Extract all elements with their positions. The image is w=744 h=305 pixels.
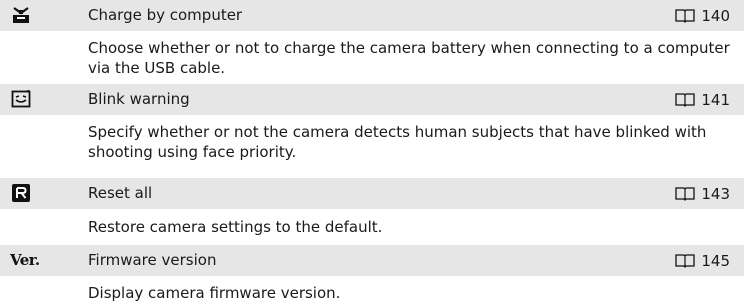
page-number: 141 (701, 90, 730, 109)
entry-header-reset-all: Reset all 143 (0, 178, 744, 209)
entry-title: Charge by computer (88, 6, 243, 24)
entry-description: Choose whether or not to charge the came… (88, 39, 730, 77)
charge-by-computer-icon (10, 5, 32, 25)
entry-header-firmware-version: Ver. Firmware version 145 (0, 245, 744, 276)
settings-reference-list: Charge by computer 140 Choose whether or… (0, 0, 744, 305)
firmware-version-icon-label: Ver. (10, 251, 40, 269)
blink-warning-icon (10, 89, 32, 109)
page-number: 143 (701, 184, 730, 203)
book-icon (675, 92, 696, 107)
entry-title: Reset all (88, 184, 153, 202)
book-icon (675, 186, 696, 201)
book-icon (675, 8, 696, 23)
page-reference[interactable]: 141 (675, 84, 730, 115)
entry-title: Firmware version (88, 251, 217, 269)
entry-description: Display camera firmware version. (88, 284, 341, 302)
entry-title: Blink warning (88, 90, 190, 108)
entry-header-blink-warning: Blink warning 141 (0, 84, 744, 115)
page-number: 145 (701, 251, 730, 270)
page-reference[interactable]: 140 (675, 0, 730, 31)
reset-all-icon (10, 183, 32, 203)
entry-description: Specify whether or not the camera detect… (88, 123, 707, 161)
firmware-version-icon: Ver. (10, 250, 44, 270)
page-reference[interactable]: 145 (675, 245, 730, 276)
page-number: 140 (701, 6, 730, 25)
entry-description: Restore camera settings to the default. (88, 218, 383, 236)
page-reference[interactable]: 143 (675, 178, 730, 209)
book-icon (675, 253, 696, 268)
entry-header-charge-by-computer: Charge by computer 140 (0, 0, 744, 31)
